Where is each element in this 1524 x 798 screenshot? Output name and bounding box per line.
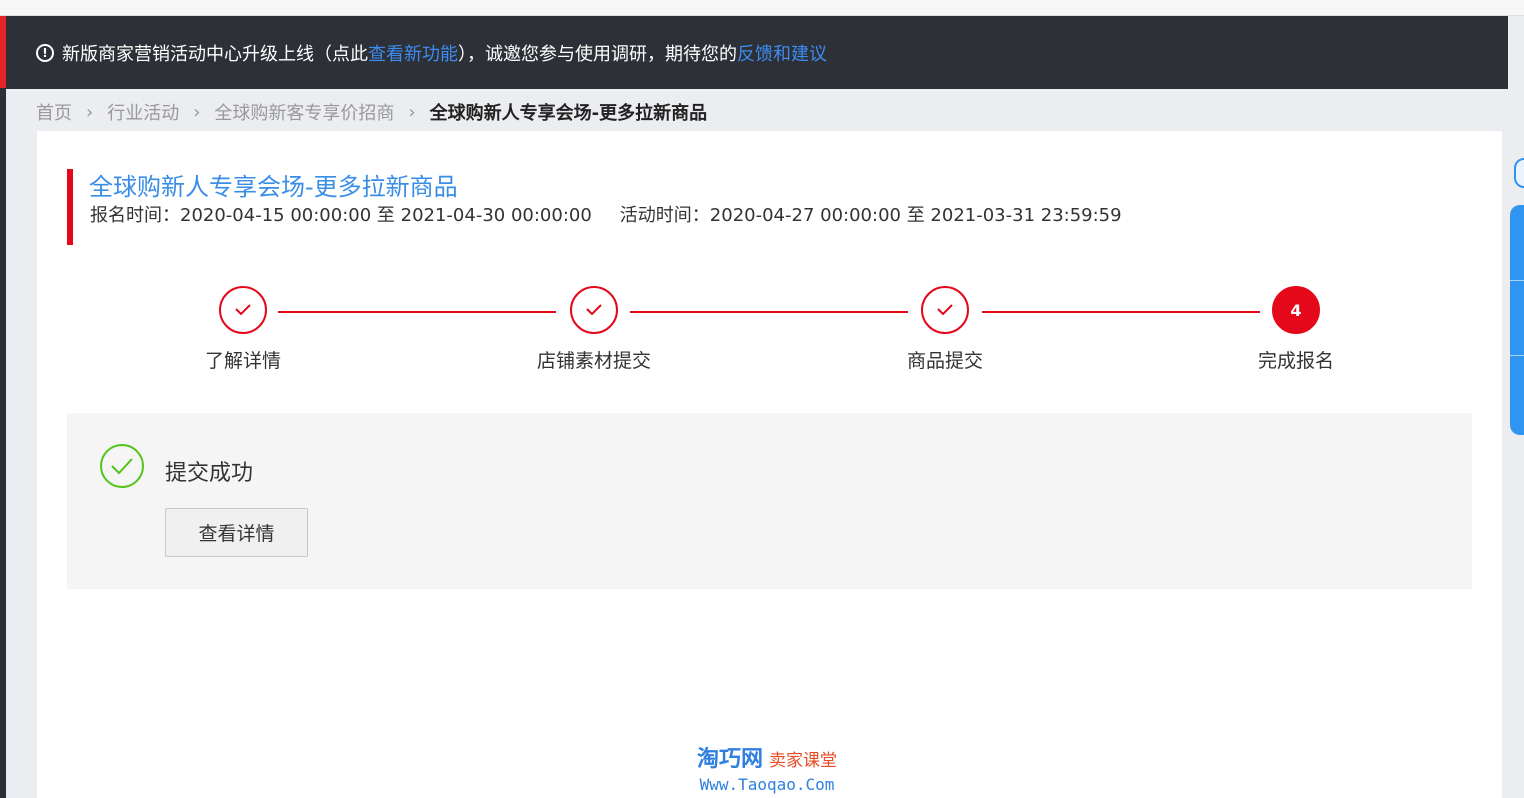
progress-steps: 了解详情 店铺素材提交 商品提交 4 完成报名 <box>37 286 1502 386</box>
step-check-icon <box>921 286 969 334</box>
activity-times: 报名时间：2020-04-15 00:00:00 至 2021-04-30 00… <box>90 201 1122 227</box>
step-understand-details: 了解详情 <box>163 286 323 373</box>
step-store-materials: 店铺素材提交 <box>514 286 674 373</box>
step-label: 了解详情 <box>204 350 281 372</box>
view-new-features-link[interactable]: 查看新功能 <box>368 40 458 66</box>
breadcrumb: 首页 › 行业活动 › 全球购新客专享价招商 › 全球购新人专享会场-更多拉新商… <box>36 98 707 126</box>
toolbar-divider <box>1510 355 1524 356</box>
right-floating-toolbar[interactable] <box>1510 205 1524 435</box>
step-check-icon <box>219 286 267 334</box>
chevron-right-icon: › <box>408 101 416 123</box>
feedback-link[interactable]: 反馈和建议 <box>737 40 827 66</box>
view-details-button[interactable]: 查看详情 <box>165 508 308 557</box>
breadcrumb-industry-activity[interactable]: 行业活动 <box>107 99 179 125</box>
step-label: 店铺素材提交 <box>536 350 651 372</box>
main-card: 全球购新人专享会场-更多拉新商品 报名时间：2020-04-15 00:00:0… <box>37 131 1502 798</box>
signup-time: 报名时间：2020-04-15 00:00:00 至 2021-04-30 00… <box>90 205 592 226</box>
notice-banner: ! 新版商家营销活动中心升级上线（点此 查看新功能 ），诚邀您参与使用调研，期待… <box>6 16 1524 89</box>
step-label: 完成报名 <box>1257 350 1334 372</box>
watermark-url: Www.Taoqao.Com <box>699 775 835 794</box>
left-sidebar-edge <box>0 16 6 798</box>
step-number-badge: 4 <box>1272 286 1320 334</box>
breadcrumb-home[interactable]: 首页 <box>36 99 72 125</box>
submit-result-panel: 提交成功 查看详情 <box>67 413 1472 589</box>
step-complete-signup: 4 完成报名 <box>1216 286 1376 373</box>
toolbar-divider <box>1510 280 1524 281</box>
title-accent-bar <box>67 169 73 245</box>
breadcrumb-current: 全球购新人专享会场-更多拉新商品 <box>429 103 708 124</box>
info-icon: ! <box>36 43 54 62</box>
notice-text-1: 新版商家营销活动中心升级上线（点此 <box>62 43 368 65</box>
breadcrumb-recruitment[interactable]: 全球购新客专享价招商 <box>214 99 394 125</box>
step-label: 商品提交 <box>906 350 983 372</box>
chevron-right-icon: › <box>193 101 201 123</box>
chevron-right-icon: › <box>86 101 94 123</box>
success-message: 提交成功 <box>165 461 254 486</box>
activity-time: 活动时间：2020-04-27 00:00:00 至 2021-03-31 23… <box>619 205 1122 226</box>
step-product-submit: 商品提交 <box>865 286 1025 373</box>
watermark-logo: 淘巧网 卖家课堂 Www.Taoqao.Com <box>682 741 852 794</box>
success-check-icon <box>99 443 145 493</box>
activity-title: 全球购新人专享会场-更多拉新商品 <box>89 173 458 201</box>
notice-text-2: ），诚邀您参与使用调研，期待您的 <box>458 43 737 65</box>
watermark-sub: 卖家课堂 <box>769 751 837 771</box>
watermark-brand: 淘巧网 <box>696 747 763 772</box>
chat-bubble-icon[interactable] <box>1514 158 1524 188</box>
step-check-icon <box>570 286 618 334</box>
browser-top-strip <box>0 0 1524 16</box>
